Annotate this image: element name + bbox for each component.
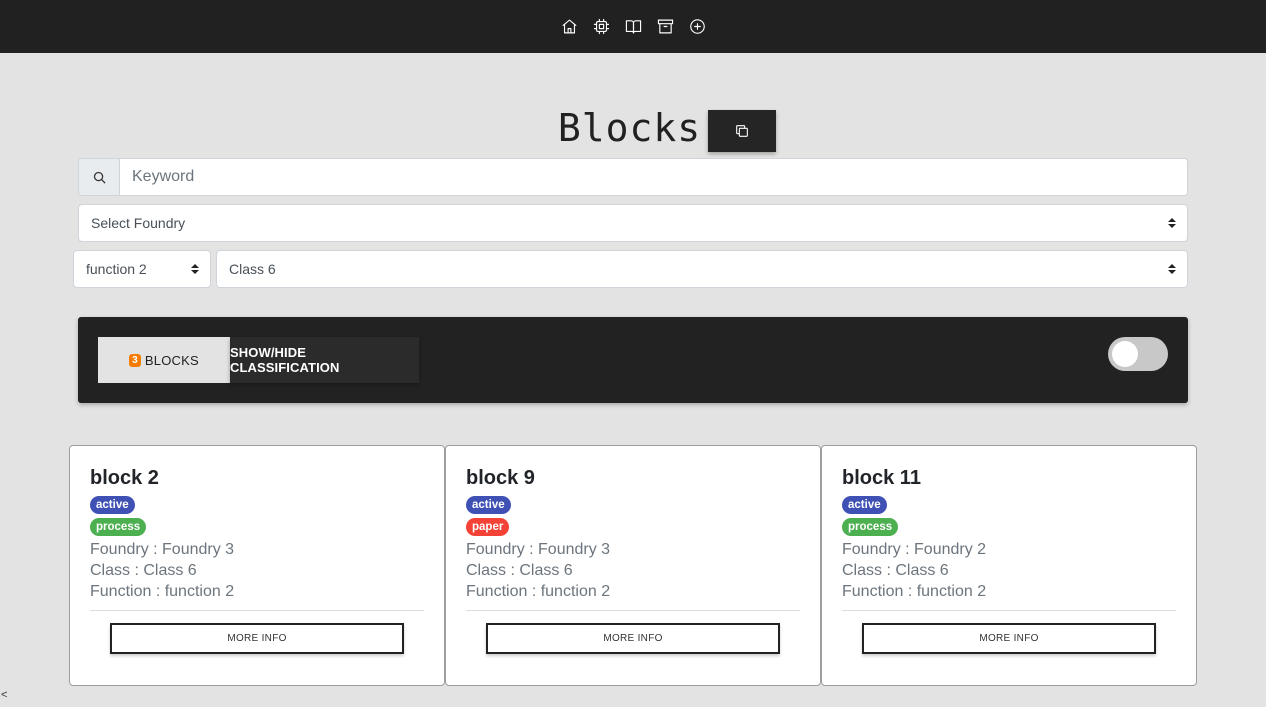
archive-icon[interactable]: [656, 18, 674, 36]
status-badge: active: [466, 496, 511, 514]
block-class: Class : Class 6: [842, 562, 949, 579]
toggle-knob: [1112, 341, 1138, 367]
card-divider: [842, 610, 1176, 611]
keyword-search-input[interactable]: [120, 159, 1187, 195]
blocks-count-badge: 3: [129, 353, 141, 367]
more-info-button[interactable]: MORE INFO: [486, 623, 780, 654]
copy-button[interactable]: [708, 110, 777, 152]
show-hide-classification-button[interactable]: SHOW/HIDE CLASSIFICATION: [230, 337, 419, 383]
more-info-button[interactable]: MORE INFO: [110, 623, 404, 654]
select-caret-icon: [1168, 264, 1176, 274]
type-badge: paper: [466, 518, 510, 536]
block-title: block 2: [90, 467, 159, 489]
block-foundry: Foundry : Foundry 2: [842, 541, 987, 558]
block-function: Function : function 2: [842, 583, 987, 600]
status-badge: active: [90, 496, 135, 514]
block-function: Function : function 2: [466, 583, 611, 600]
book-icon[interactable]: [624, 18, 642, 36]
block-card: block 11 active process Foundry : Foundr…: [821, 445, 1197, 686]
plus-circle-icon[interactable]: [688, 18, 706, 36]
class-select[interactable]: Class 6: [216, 250, 1188, 288]
function-select[interactable]: function 2: [73, 250, 211, 288]
card-divider: [90, 610, 424, 611]
home-icon[interactable]: [560, 18, 578, 36]
blocks-count-button[interactable]: 3 BLOCKS: [98, 337, 230, 383]
select-caret-icon: [1168, 218, 1176, 228]
search-icon: [93, 171, 106, 184]
block-card: block 9 active paper Foundry : Foundry 3…: [445, 445, 821, 686]
class-select-value: Class 6: [229, 261, 276, 277]
block-class: Class : Class 6: [466, 562, 573, 579]
foundry-select-value: Select Foundry: [91, 215, 186, 231]
classification-toggle[interactable]: [1108, 337, 1168, 371]
title-row: Blocks: [0, 104, 1266, 152]
foundry-select[interactable]: Select Foundry: [78, 204, 1188, 242]
page-title: Blocks: [557, 106, 702, 150]
corner-arrow-text: <: [1, 689, 8, 701]
type-badge: process: [90, 518, 147, 536]
block-class: Class : Class 6: [90, 562, 197, 579]
block-foundry: Foundry : Foundry 3: [90, 541, 235, 558]
function-select-value: function 2: [86, 261, 147, 277]
block-title: block 11: [842, 467, 921, 489]
select-caret-icon: [191, 264, 199, 274]
blocks-count-label: BLOCKS: [144, 352, 199, 368]
copy-icon: [736, 125, 749, 137]
card-divider: [466, 610, 800, 611]
status-badge: active: [842, 496, 887, 514]
search-addon: [79, 159, 120, 195]
block-title: block 9: [466, 467, 535, 489]
more-info-button[interactable]: MORE INFO: [862, 623, 1156, 654]
chip-icon[interactable]: [592, 18, 610, 36]
search-group: [78, 158, 1188, 196]
block-function: Function : function 2: [90, 583, 235, 600]
top-navbar: [0, 0, 1266, 53]
type-badge: process: [842, 518, 899, 536]
blocks-toolbar: 3 BLOCKS SHOW/HIDE CLASSIFICATION: [78, 317, 1188, 403]
block-card: block 2 active process Foundry : Foundry…: [69, 445, 445, 686]
block-foundry: Foundry : Foundry 3: [466, 541, 611, 558]
